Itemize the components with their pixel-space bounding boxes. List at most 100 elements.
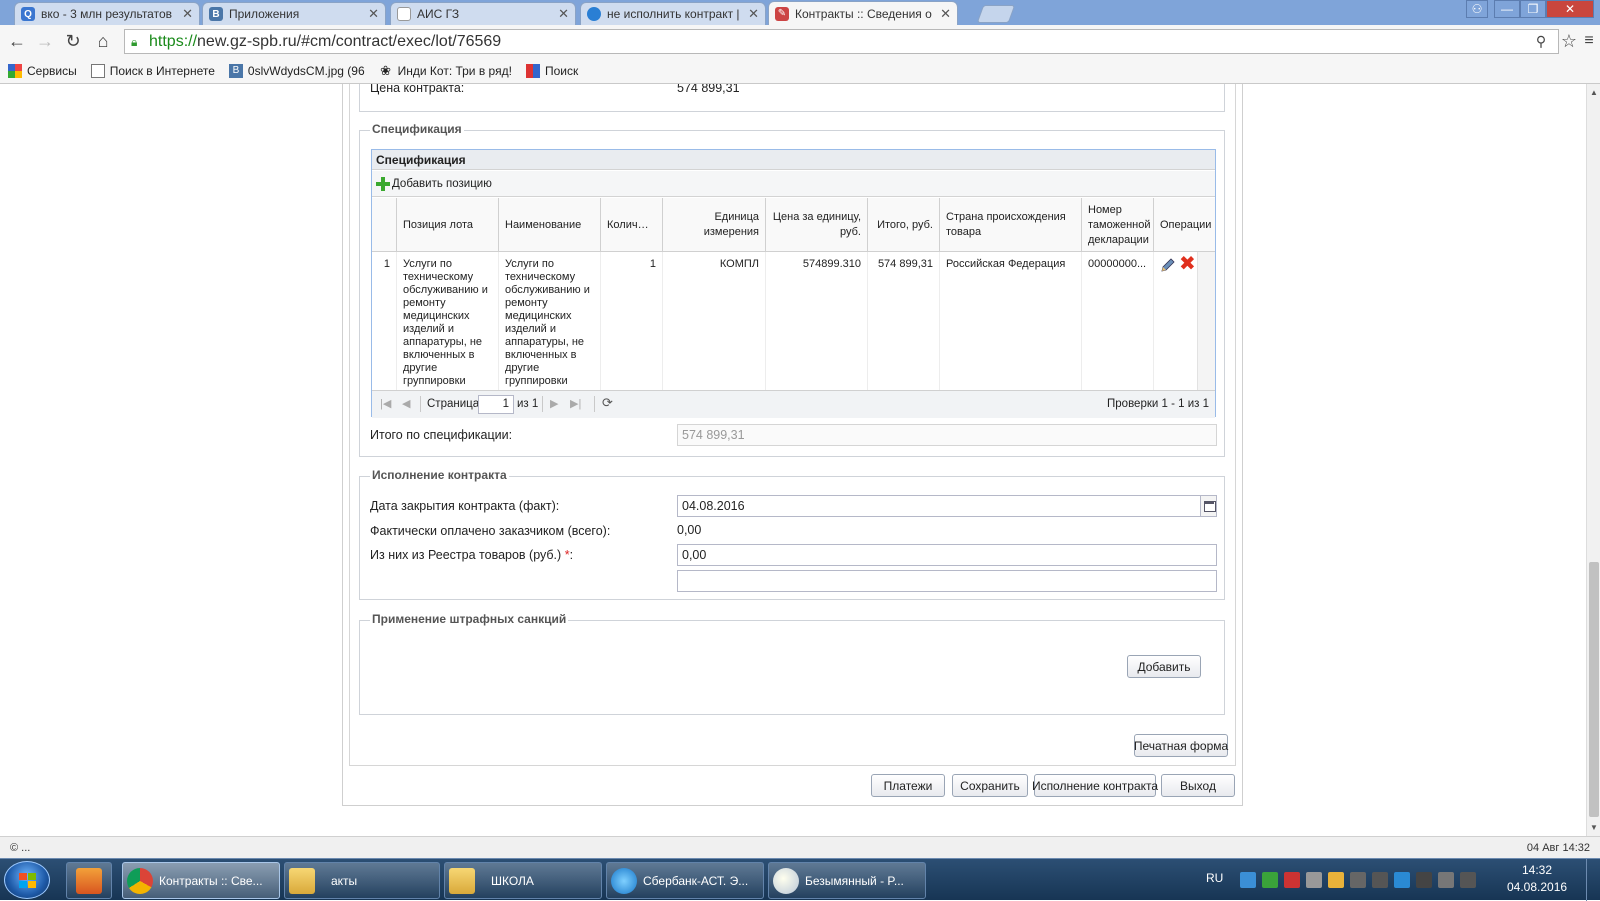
apps-grid-icon: [8, 63, 22, 78]
address-bar[interactable]: 🔒︎ https:// new.gz-spb.ru/#cm/contract/e…: [124, 29, 1559, 54]
header-customs[interactable]: Номер таможенной декларации: [1082, 198, 1154, 252]
new-tab-button[interactable]: [976, 5, 1016, 23]
edit-pencil-icon[interactable]: [1160, 257, 1176, 273]
close-icon[interactable]: ✕: [368, 6, 379, 22]
reload-icon[interactable]: ↻: [62, 30, 84, 52]
bookmark-label: Поиск в Интернете: [109, 63, 215, 78]
security-icon[interactable]: [1328, 872, 1344, 888]
extra-field[interactable]: [677, 570, 1217, 592]
tab-contracts[interactable]: ✎ Контракты :: Сведения о ✕: [768, 1, 958, 25]
delete-icon[interactable]: ✖: [1179, 254, 1196, 274]
folder-icon: [289, 867, 315, 894]
browser-toolbar: ← → ↻ ⌂ 🔒︎ https:// new.gz-spb.ru/#cm/co…: [0, 25, 1600, 58]
volume-icon[interactable]: [1350, 872, 1366, 888]
paging-summary: Проверки 1 - 1 из 1: [1107, 398, 1209, 410]
header-name[interactable]: Наименование: [499, 198, 601, 252]
vk-icon: B: [209, 7, 223, 21]
header-unit[interactable]: Единица измерения: [663, 198, 766, 252]
menu-icon[interactable]: ≡: [1578, 30, 1600, 52]
grid-paging-toolbar: |◀ ◀ Страница 1 из 1 ▶ ▶| ⟳ Проверки 1 -…: [372, 390, 1215, 418]
close-window-icon[interactable]: ✕: [1546, 0, 1594, 18]
bookmark-image[interactable]: B 0slvWdydsCM.jpg (96: [228, 63, 365, 78]
tab-title: не исполнить контракт |: [607, 7, 740, 21]
cell-country: Российская Федерация: [940, 252, 1082, 390]
key-icon[interactable]: ⚲: [1530, 30, 1552, 52]
paint-icon: [773, 867, 799, 894]
bookmark-game[interactable]: ❀ Инди Кот: Три в ряд!: [379, 63, 512, 78]
mosaic-icon: [525, 63, 540, 78]
close-date-label: Дата закрытия контракта (факт):: [370, 499, 560, 513]
task-paint[interactable]: Безымянный - P...: [768, 862, 926, 899]
header-position[interactable]: Позиция лота: [397, 198, 499, 252]
header-qty[interactable]: Колич…: [601, 198, 663, 252]
restore-icon[interactable]: ❐: [1520, 0, 1546, 18]
paging-separator: [594, 396, 595, 412]
next-page-icon[interactable]: ▶: [550, 397, 558, 410]
tab-ais[interactable]: АИС ГЗ ✕: [390, 2, 576, 25]
minimize-icon[interactable]: —: [1494, 0, 1520, 18]
start-button[interactable]: [4, 861, 50, 899]
header-unit-price[interactable]: Цена за единицу, руб.: [766, 198, 868, 252]
printer-icon[interactable]: [1438, 872, 1454, 888]
back-icon[interactable]: ←: [6, 30, 28, 52]
close-date-field[interactable]: 04.08.2016: [677, 495, 1217, 517]
prev-page-icon[interactable]: ◀: [402, 397, 410, 410]
last-page-icon[interactable]: ▶|: [570, 397, 581, 410]
page-number-input[interactable]: 1: [478, 395, 514, 414]
pen-icon[interactable]: [1372, 872, 1388, 888]
add-penalty-button[interactable]: Добавить: [1127, 655, 1201, 678]
header-country[interactable]: Страна происхождения товара: [940, 198, 1082, 252]
registry-field[interactable]: 0,00: [677, 544, 1217, 566]
first-page-icon[interactable]: |◀: [380, 397, 391, 410]
close-icon[interactable]: ✕: [748, 6, 759, 22]
save-button[interactable]: Сохранить: [952, 774, 1028, 797]
add-position-button[interactable]: Добавить позицию: [392, 178, 492, 190]
tab-search[interactable]: Q вко - 3 млн результатов ✕: [14, 2, 200, 25]
home-icon[interactable]: ⌂: [92, 30, 114, 52]
scroll-up-icon[interactable]: ▲: [1590, 88, 1598, 97]
page-scrollbar[interactable]: ▲ ▼: [1586, 84, 1600, 836]
scroll-down-icon[interactable]: ▼: [1590, 823, 1598, 832]
paging-separator: [542, 396, 543, 412]
pinned-app-button[interactable]: [66, 862, 112, 899]
bookmark-star-icon[interactable]: ☆: [1558, 30, 1580, 52]
clock-time[interactable]: 14:32: [1522, 863, 1552, 877]
tab-question[interactable]: не исполнить контракт | ✕: [580, 2, 766, 25]
payments-button[interactable]: Платежи: [871, 774, 945, 797]
close-icon[interactable]: ✕: [182, 6, 193, 22]
clock-date[interactable]: 04.08.2016: [1507, 880, 1567, 894]
show-desktop-button[interactable]: [1586, 859, 1598, 901]
task-ie[interactable]: Сбербанк-АСТ. Э...: [606, 862, 764, 899]
calendar-icon[interactable]: [1200, 496, 1216, 516]
language-indicator[interactable]: RU: [1206, 871, 1223, 885]
user-icon[interactable]: ⚇: [1466, 0, 1488, 18]
header-total[interactable]: Итого, руб.: [868, 198, 940, 252]
print-form-button[interactable]: Печатная форма: [1134, 734, 1228, 757]
task-label: ШКОЛА: [491, 873, 534, 888]
exit-button[interactable]: Выход: [1161, 774, 1235, 797]
task-folder-acts[interactable]: акты: [284, 862, 440, 899]
battery-icon[interactable]: [1416, 872, 1432, 888]
show-network-icon[interactable]: [1460, 872, 1476, 888]
tab-title: АИС ГЗ: [417, 7, 460, 21]
bookmark-internet-search[interactable]: Поиск в Интернете: [90, 63, 215, 78]
task-folder-school[interactable]: ШКОЛА: [444, 862, 602, 899]
grid-scrollbar[interactable]: [1197, 252, 1215, 390]
refresh-icon[interactable]: ⟳: [602, 395, 613, 411]
network-icon[interactable]: [1240, 872, 1256, 888]
audio-icon[interactable]: [1306, 872, 1322, 888]
task-label: акты: [331, 873, 358, 888]
scrollbar-thumb[interactable]: [1589, 562, 1599, 817]
bookmark-services[interactable]: Сервисы: [8, 63, 77, 78]
skype-icon[interactable]: [1394, 872, 1410, 888]
close-icon[interactable]: ✕: [558, 6, 569, 22]
tab-apps[interactable]: B Приложения ✕: [202, 2, 386, 25]
close-icon[interactable]: ✕: [940, 6, 951, 22]
task-chrome[interactable]: Контракты :: Све...: [122, 862, 280, 899]
vk-icon: B: [228, 63, 243, 78]
forward-icon[interactable]: →: [34, 30, 56, 52]
bookmark-search[interactable]: Поиск: [525, 63, 578, 78]
contract-execution-button[interactable]: Исполнение контракта: [1032, 774, 1158, 797]
update-icon[interactable]: [1262, 872, 1278, 888]
alert-icon[interactable]: [1284, 872, 1300, 888]
